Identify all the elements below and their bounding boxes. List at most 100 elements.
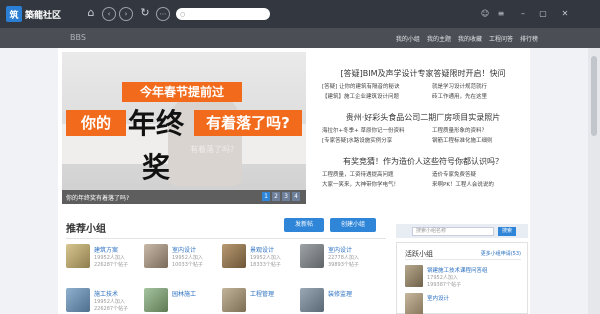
- banner-line2-right: 有着落了吗?: [194, 110, 302, 136]
- banner-caption[interactable]: 你的年终奖有着落了吗?: [66, 193, 129, 202]
- nav-my-favorites[interactable]: 我的收藏: [458, 34, 482, 43]
- banner-big-text: 年终奖: [127, 107, 184, 184]
- create-group-button[interactable]: 创建小组: [330, 218, 376, 232]
- banner-caption-bar: 你的年终奖有着落了吗? 1 2 3 4: [62, 190, 306, 204]
- active-group-item[interactable]: 钢建施工技术课程问答组 17952人加入 199387个帖子: [405, 265, 525, 293]
- group-thumbnail: [300, 288, 324, 312]
- app-logo[interactable]: 筑 築龍社区: [6, 5, 62, 23]
- group-name[interactable]: 装修监理: [328, 289, 352, 298]
- news-link[interactable]: 就是学习设计规范就行: [432, 82, 487, 90]
- restore-icon[interactable]: ▢: [538, 9, 548, 19]
- news-block: 贵州·好彩头食品公司二期厂房项目实录照片 海拉尔+冬季+ 草原你记一份资料 工程…: [316, 112, 530, 144]
- group-name[interactable]: 室内设计: [328, 245, 352, 254]
- news-link[interactable]: 来啊PK！工程人会说说的: [432, 180, 494, 188]
- home-icon[interactable]: ⌂: [84, 7, 98, 21]
- news-link[interactable]: 造价专家免费答疑: [432, 170, 476, 178]
- news-headline[interactable]: 贵州·好彩头食品公司二期厂房项目实录照片: [316, 112, 530, 124]
- group-members: 19952人加入: [172, 255, 203, 261]
- group-members: 17952人加入: [427, 275, 458, 281]
- minimize-icon[interactable]: –: [518, 9, 528, 19]
- panel-divider: [405, 259, 521, 260]
- address-search-input[interactable]: ○: [176, 8, 270, 20]
- group-name[interactable]: 施工技术: [94, 289, 118, 298]
- group-name[interactable]: 景观设计: [250, 245, 274, 254]
- group-name[interactable]: 钢建施工技术课程问答组: [427, 266, 488, 274]
- group-posts: 39893个帖子: [328, 262, 359, 268]
- scrollbar-thumb[interactable]: [591, 56, 597, 136]
- group-members: 19952人加入: [94, 299, 125, 305]
- news-link[interactable]: 砖工作通用，先在这里: [432, 92, 487, 100]
- more-groups-link[interactable]: 更多小组申请(53): [481, 250, 521, 257]
- forward-icon[interactable]: ›: [119, 7, 133, 21]
- group-name[interactable]: 建筑方案: [94, 245, 118, 254]
- nav-qa[interactable]: 工程问答: [489, 34, 513, 43]
- group-thumbnail: [66, 288, 90, 312]
- news-link[interactable]: 工程质量，工资待遇提高问题: [322, 170, 394, 178]
- banner-line2-left: 你的: [66, 110, 126, 136]
- nav-my-groups[interactable]: 我的小组: [396, 34, 420, 43]
- news-link[interactable]: 大家一笑来，大神带你学电气！: [322, 180, 399, 188]
- group-members: 22778人加入: [328, 255, 359, 261]
- back-icon[interactable]: ‹: [102, 7, 116, 21]
- app-name: 築龍社区: [25, 10, 62, 21]
- group-card[interactable]: 园林施工: [144, 288, 216, 314]
- more-icon[interactable]: ⋯: [156, 7, 170, 21]
- group-search-input[interactable]: 搜索小组名称: [412, 227, 494, 236]
- banner-page-2[interactable]: 2: [272, 192, 280, 201]
- nav-ranking[interactable]: 排行榜: [520, 34, 538, 43]
- title-bar: 筑 築龍社区 ⌂ ‹ › ↻ ⋯ ○ ☺ ≡ – ▢ ✕: [0, 0, 600, 28]
- active-group-item[interactable]: 室内设计: [405, 293, 525, 314]
- news-row: 工程质量，工资待遇提高问题 造价专家免费答疑: [316, 170, 530, 180]
- close-icon[interactable]: ✕: [560, 9, 570, 19]
- banner-page-3[interactable]: 3: [282, 192, 290, 201]
- group-thumbnail: [144, 244, 168, 268]
- group-thumbnail: [405, 265, 423, 287]
- news-link[interactable]: [专家答疑]水路设施实例分享: [322, 136, 392, 144]
- news-row: 大家一笑来，大神带你学电气！ 来啊PK！工程人会说说的: [316, 180, 530, 190]
- banner-carousel[interactable]: 今年春节提前过 你的 年终奖 有着落了吗? 有着落了吗? 你的年终奖有着落了吗?…: [62, 52, 306, 204]
- group-members: 19952人加入: [94, 255, 125, 261]
- section-divider: [66, 238, 386, 239]
- group-card[interactable]: 室内设计 22778人加入 39893个帖子: [300, 244, 372, 274]
- news-link[interactable]: 海拉尔+冬季+ 草原你记一份资料: [322, 126, 404, 134]
- active-groups-panel: 活跃小组 更多小组申请(53) 钢建施工技术课程问答组 17952人加入 199…: [396, 242, 528, 314]
- group-card[interactable]: 室内设计 19952人加入 10033个帖子: [144, 244, 216, 274]
- group-search-button[interactable]: 搜索: [498, 227, 516, 236]
- news-link[interactable]: 工程质量形象的资料？: [432, 126, 487, 134]
- news-block: [答疑]BIM及声学设计专家答疑限时开启！快问 [答疑] 让你的建筑有隔音的秘诀…: [316, 68, 530, 100]
- group-card[interactable]: 建筑方案 19952人加入 226287个帖子: [66, 244, 138, 274]
- group-card[interactable]: 施工技术 19952人加入 226287个帖子: [66, 288, 138, 314]
- banner-page-4[interactable]: 4: [292, 192, 300, 201]
- refresh-icon[interactable]: ↻: [138, 7, 152, 21]
- main-content: 今年春节提前过 你的 年终奖 有着落了吗? 有着落了吗? 你的年终奖有着落了吗?…: [58, 48, 530, 314]
- group-name[interactable]: 室内设计: [427, 294, 449, 302]
- news-link[interactable]: 【建筑】施工企业建筑设计问题: [322, 92, 399, 100]
- news-row: 海拉尔+冬季+ 草原你记一份资料 工程质量形象的资料？: [316, 126, 530, 136]
- group-card[interactable]: 装修监理: [300, 288, 372, 314]
- news-link[interactable]: 钢筋工程标准化施工细则: [432, 136, 493, 144]
- section-title: 推荐小组: [66, 224, 106, 235]
- news-headline[interactable]: 有奖竞猜！作为造价人这些符号你都认识吗？: [316, 156, 530, 168]
- group-name[interactable]: 室内设计: [172, 245, 196, 254]
- group-card[interactable]: 工程管理: [222, 288, 294, 314]
- news-headline[interactable]: [答疑]BIM及声学设计专家答疑限时开启！快问: [316, 68, 530, 80]
- news-row: [答疑] 让你的建筑有隔音的秘诀 就是学习设计规范就行: [316, 82, 530, 92]
- banner-line1: 今年春节提前过: [122, 82, 242, 102]
- user-icon[interactable]: ☺: [480, 9, 490, 19]
- group-name[interactable]: 园林施工: [172, 289, 196, 298]
- group-posts: 18333个帖子: [250, 262, 281, 268]
- banner-page-1[interactable]: 1: [262, 192, 270, 201]
- news-row: [专家答疑]水路设施实例分享 钢筋工程标准化施工细则: [316, 136, 530, 146]
- group-card[interactable]: 景观设计 19952人加入 18333个帖子: [222, 244, 294, 274]
- group-name[interactable]: 工程管理: [250, 289, 274, 298]
- menu-icon[interactable]: ≡: [496, 9, 506, 19]
- site-header: BBS 我的小组 我的主题 我的收藏 工程问答 排行榜: [0, 28, 600, 48]
- nav-my-topics[interactable]: 我的主题: [427, 34, 451, 43]
- group-posts: 226287个帖子: [94, 306, 129, 312]
- group-posts: 226287个帖子: [94, 262, 129, 268]
- group-thumbnail: [222, 288, 246, 312]
- news-link[interactable]: [答疑] 让你的建筑有隔音的秘诀: [322, 82, 400, 90]
- new-post-button[interactable]: 发新帖: [284, 218, 324, 232]
- group-search-bar: 搜索小组名称 搜索: [396, 224, 528, 238]
- bbs-label: BBS: [70, 33, 86, 42]
